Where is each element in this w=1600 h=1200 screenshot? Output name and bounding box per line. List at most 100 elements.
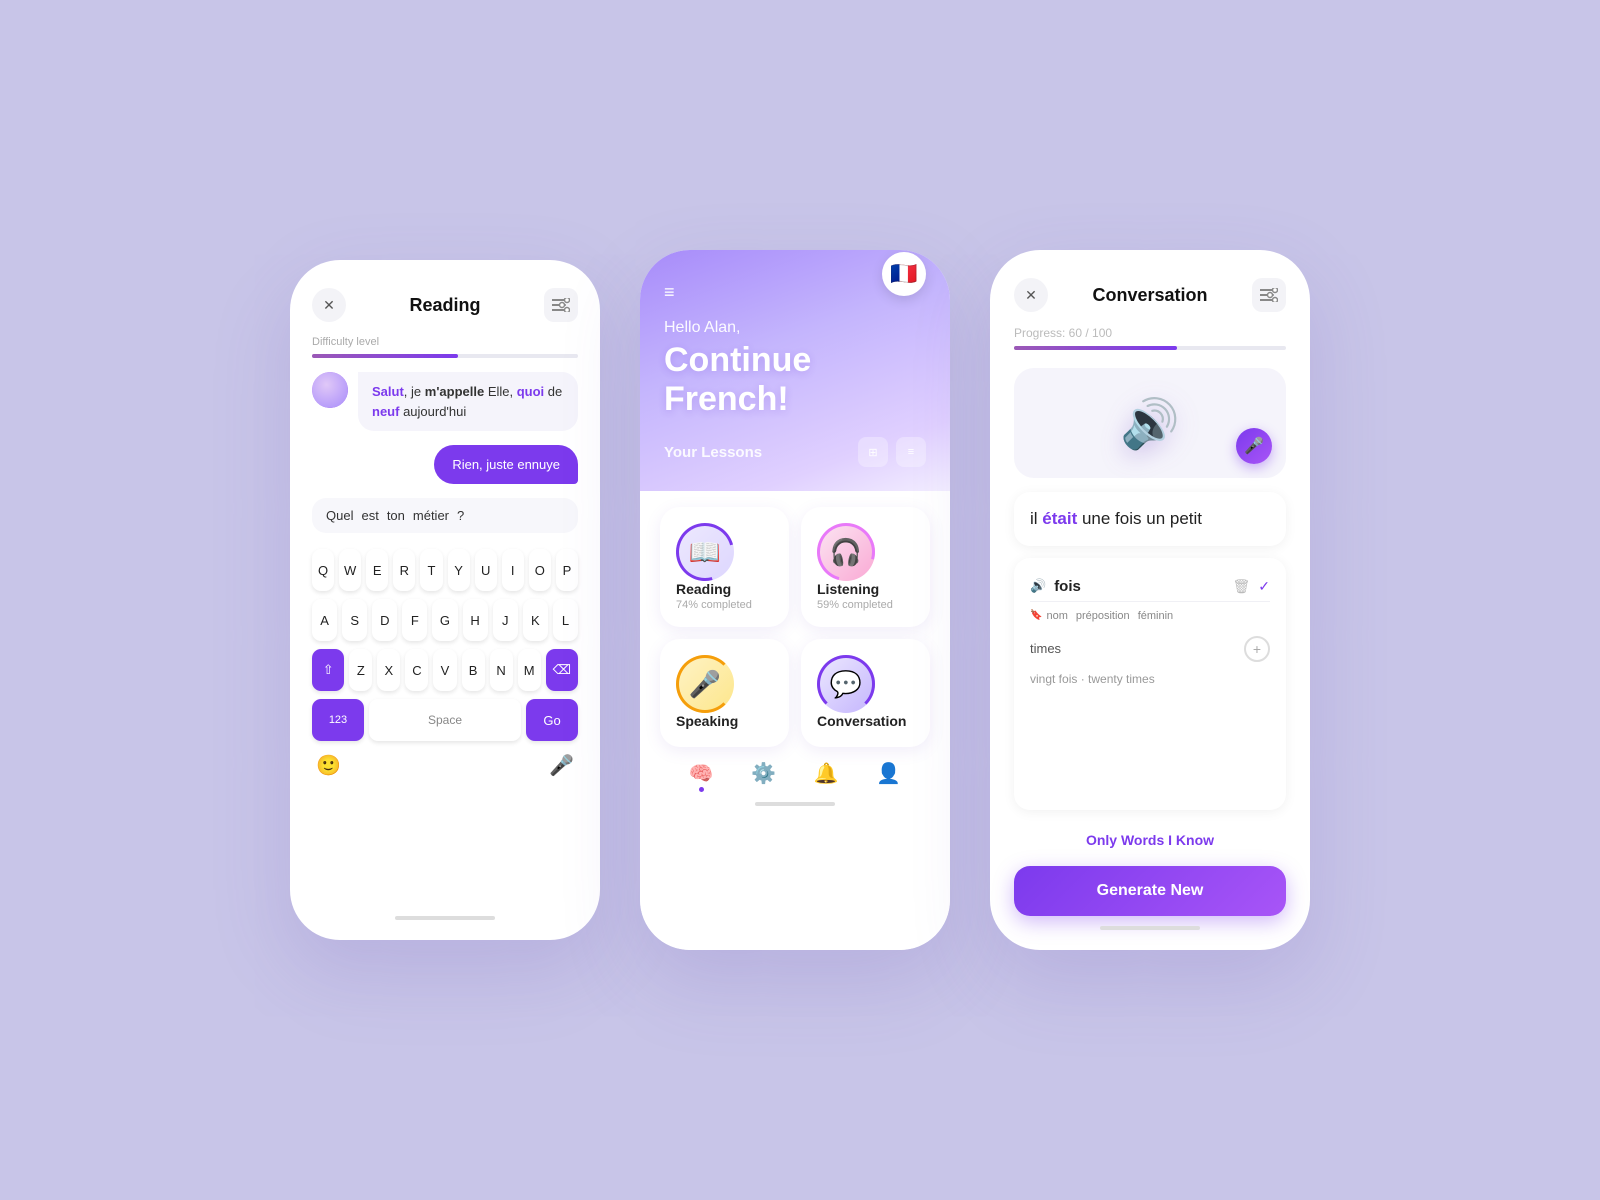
lesson-card-speaking[interactable]: 🎤 Speaking bbox=[660, 639, 789, 747]
key-v[interactable]: V bbox=[433, 649, 456, 691]
generate-btn[interactable]: Generate New bbox=[1014, 866, 1286, 916]
key-123[interactable]: 123 bbox=[312, 699, 364, 741]
key-backspace[interactable]: ⌫ bbox=[546, 649, 578, 691]
reading-name: Reading bbox=[676, 581, 731, 597]
accent-word: était bbox=[1042, 509, 1077, 528]
flag-badge: 🇫🇷 bbox=[882, 252, 926, 296]
settings-icon[interactable] bbox=[544, 288, 578, 322]
translation-row: times + bbox=[1030, 630, 1270, 668]
close-button[interactable]: ✕ bbox=[312, 288, 346, 322]
home-top: ≡ 🇫🇷 Hello Alan, Continue French! Your L… bbox=[640, 250, 950, 491]
key-y[interactable]: Y bbox=[448, 549, 470, 591]
speaker-icon: 🔊 bbox=[1120, 395, 1180, 452]
lesson-card-reading[interactable]: 📖 Reading 74% completed bbox=[660, 507, 789, 627]
emoji-icon[interactable]: 🙂 bbox=[316, 753, 341, 778]
nav-profile[interactable]: 👤 bbox=[876, 761, 901, 786]
reading-progress: 74% completed bbox=[676, 599, 752, 611]
key-h[interactable]: H bbox=[463, 599, 488, 641]
tag-preposition: préposition bbox=[1076, 610, 1130, 622]
tags-row: 🔖 nom préposition féminin bbox=[1030, 602, 1270, 630]
nav-notifications[interactable]: 🔔 bbox=[814, 761, 839, 786]
key-s[interactable]: S bbox=[342, 599, 367, 641]
key-b[interactable]: B bbox=[462, 649, 485, 691]
mic-icon[interactable]: 🎤 bbox=[549, 753, 574, 778]
key-l[interactable]: L bbox=[553, 599, 578, 641]
bottom-nav: 🧠 ⚙️ 🔔 👤 bbox=[660, 747, 930, 796]
conv-close-button[interactable]: ✕ bbox=[1014, 278, 1048, 312]
conv-progress-fill bbox=[1014, 346, 1177, 350]
sentence-text: il était une fois un petit bbox=[1030, 506, 1270, 532]
check-word-btn[interactable]: ✓ bbox=[1258, 578, 1270, 595]
word-fois: fois bbox=[1054, 578, 1224, 595]
menu-icon[interactable]: ≡ bbox=[664, 282, 675, 303]
key-t[interactable]: T bbox=[420, 549, 442, 591]
difficulty-label: Difficulty level bbox=[312, 336, 578, 348]
key-m[interactable]: M bbox=[518, 649, 541, 691]
tag-feminin: féminin bbox=[1138, 610, 1173, 622]
avatar bbox=[312, 372, 348, 408]
cta-text: Continue French! bbox=[664, 341, 926, 419]
key-z[interactable]: Z bbox=[349, 649, 372, 691]
list-view-btn[interactable]: ≡ bbox=[896, 437, 926, 467]
lesson-card-conversation[interactable]: 💬 Conversation bbox=[801, 639, 930, 747]
key-e[interactable]: E bbox=[366, 549, 388, 591]
bubble-left-text: Salut, je m'appelle Elle, quoi de neuf a… bbox=[358, 372, 578, 431]
key-p[interactable]: P bbox=[556, 549, 578, 591]
lesson-card-listening[interactable]: 🎧 Listening 59% completed bbox=[801, 507, 930, 627]
key-c[interactable]: C bbox=[405, 649, 428, 691]
only-words-btn[interactable]: Only Words I Know bbox=[1014, 822, 1286, 858]
reading-header: ✕ Reading bbox=[312, 288, 578, 322]
key-j[interactable]: J bbox=[493, 599, 518, 641]
reading-screen: ✕ Reading Difficulty level bbox=[290, 260, 600, 940]
nav-dot bbox=[699, 787, 704, 792]
key-o[interactable]: O bbox=[529, 549, 551, 591]
key-u[interactable]: U bbox=[475, 549, 497, 591]
conv-settings-icon[interactable] bbox=[1252, 278, 1286, 312]
key-space[interactable]: Space bbox=[369, 699, 521, 741]
conversation-screen: ✕ Conversation Progress: 60 / 100 🔊 bbox=[990, 250, 1310, 950]
delete-word-btn[interactable]: 🗑 bbox=[1232, 578, 1250, 595]
word-salut: Salut bbox=[372, 384, 404, 399]
key-i[interactable]: I bbox=[502, 549, 524, 591]
audio-card[interactable]: 🔊 🎤 bbox=[1014, 368, 1286, 478]
conv-progress-label: Progress: 60 / 100 bbox=[1014, 326, 1286, 340]
key-r[interactable]: R bbox=[393, 549, 415, 591]
grid-view-btn[interactable]: ⊞ bbox=[858, 437, 888, 467]
word-def-row: 🔊 fois 🗑 ✓ bbox=[1030, 572, 1270, 602]
key-go[interactable]: Go bbox=[526, 699, 578, 741]
nav-brain[interactable]: 🧠 bbox=[689, 761, 714, 786]
difficulty-track bbox=[312, 354, 578, 358]
key-f[interactable]: F bbox=[402, 599, 427, 641]
conv-title: Conversation bbox=[1092, 285, 1207, 306]
keyboard-row-4: 123 Space Go bbox=[312, 699, 578, 741]
conv-header: ✕ Conversation bbox=[1014, 278, 1286, 312]
key-n[interactable]: N bbox=[490, 649, 513, 691]
lessons-grid: 📖 Reading 74% completed 🎧 Listening 59% … bbox=[660, 507, 930, 747]
bubble-right-text: Rien, juste ennuye bbox=[434, 445, 578, 484]
word-actions: 🗑 ✓ bbox=[1232, 578, 1270, 595]
add-translation-btn[interactable]: + bbox=[1244, 636, 1270, 662]
word-quoi: quoi bbox=[517, 384, 544, 399]
key-g[interactable]: G bbox=[432, 599, 457, 641]
word-neuf: neuf bbox=[372, 404, 399, 419]
example-text: vingt fois · twenty times bbox=[1030, 668, 1270, 690]
key-w[interactable]: W bbox=[339, 549, 361, 591]
key-shift[interactable]: ⇧ bbox=[312, 649, 344, 691]
difficulty-fill bbox=[312, 354, 458, 358]
word-audio-icon[interactable]: 🔊 bbox=[1030, 578, 1046, 594]
keyboard: Q W E R T Y U I O P A S D F G H J K L bbox=[312, 549, 578, 908]
key-k[interactable]: K bbox=[523, 599, 548, 641]
word-detail-card: 🔊 fois 🗑 ✓ 🔖 nom préposition féminin bbox=[1014, 558, 1286, 811]
key-a[interactable]: A bbox=[312, 599, 337, 641]
home-indicator-3 bbox=[1100, 926, 1200, 930]
conv-progress-section: Progress: 60 / 100 bbox=[1014, 326, 1286, 350]
key-x[interactable]: X bbox=[377, 649, 400, 691]
mic-badge[interactable]: 🎤 bbox=[1236, 428, 1272, 464]
lessons-title: Your Lessons bbox=[664, 444, 762, 461]
key-q[interactable]: Q bbox=[312, 549, 334, 591]
keyboard-row-2: A S D F G H J K L bbox=[312, 599, 578, 641]
nav-settings[interactable]: ⚙️ bbox=[751, 761, 776, 786]
listening-progress: 59% completed bbox=[817, 599, 893, 611]
key-d[interactable]: D bbox=[372, 599, 397, 641]
difficulty-section: Difficulty level bbox=[312, 336, 578, 358]
